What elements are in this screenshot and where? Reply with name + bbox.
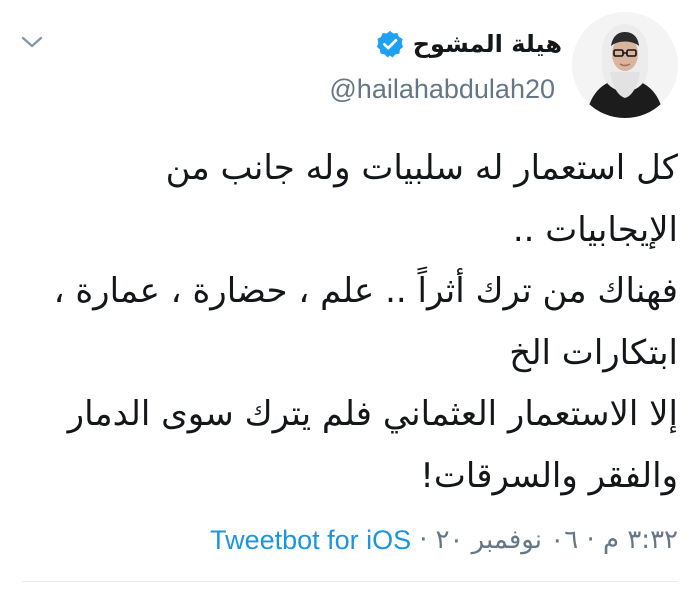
tweet-line: إلا الاستعمار العثماني فلم يترك سوى الدم… (67, 394, 678, 434)
display-name[interactable]: هيلة المشوح (413, 30, 562, 58)
author-name-row[interactable]: هيلة المشوح (375, 26, 562, 62)
tweet-line: فهناك من ترك أثراً .. علم ، حضارة ، عمار… (53, 271, 678, 311)
tweet-line: ابتكارات الخ (509, 332, 678, 373)
tweet-text: كل استعمار له سلبيات وله جانب من الإيجاب… (8, 138, 678, 507)
tweet-card: هيلة المشوح @hailahabdulah20 كل استعمار … (0, 0, 700, 596)
avatar[interactable] (572, 12, 678, 118)
tweet-line: الإيجابيات .. (512, 209, 678, 250)
divider (22, 581, 678, 582)
verified-badge-icon (376, 30, 403, 58)
timestamp[interactable]: ٣:٣٢ م · ٠٦ نوفمبر ٢٠ (435, 525, 678, 555)
tweet-line: والفقر والسرقات! (420, 455, 678, 496)
tweet-line: كل استعمار له سلبيات وله جانب من (165, 148, 678, 188)
avatar-photo (572, 12, 678, 118)
chevron-down-icon[interactable] (20, 30, 44, 54)
user-handle[interactable]: @hailahabdulah20 (329, 74, 555, 105)
tweet-meta: ٣:٣٢ م · ٠٦ نوفمبر ٢٠ · Tweetbot for iOS (210, 520, 678, 560)
meta-separator: · (419, 525, 428, 555)
source-link[interactable]: Tweetbot for iOS (210, 525, 411, 556)
